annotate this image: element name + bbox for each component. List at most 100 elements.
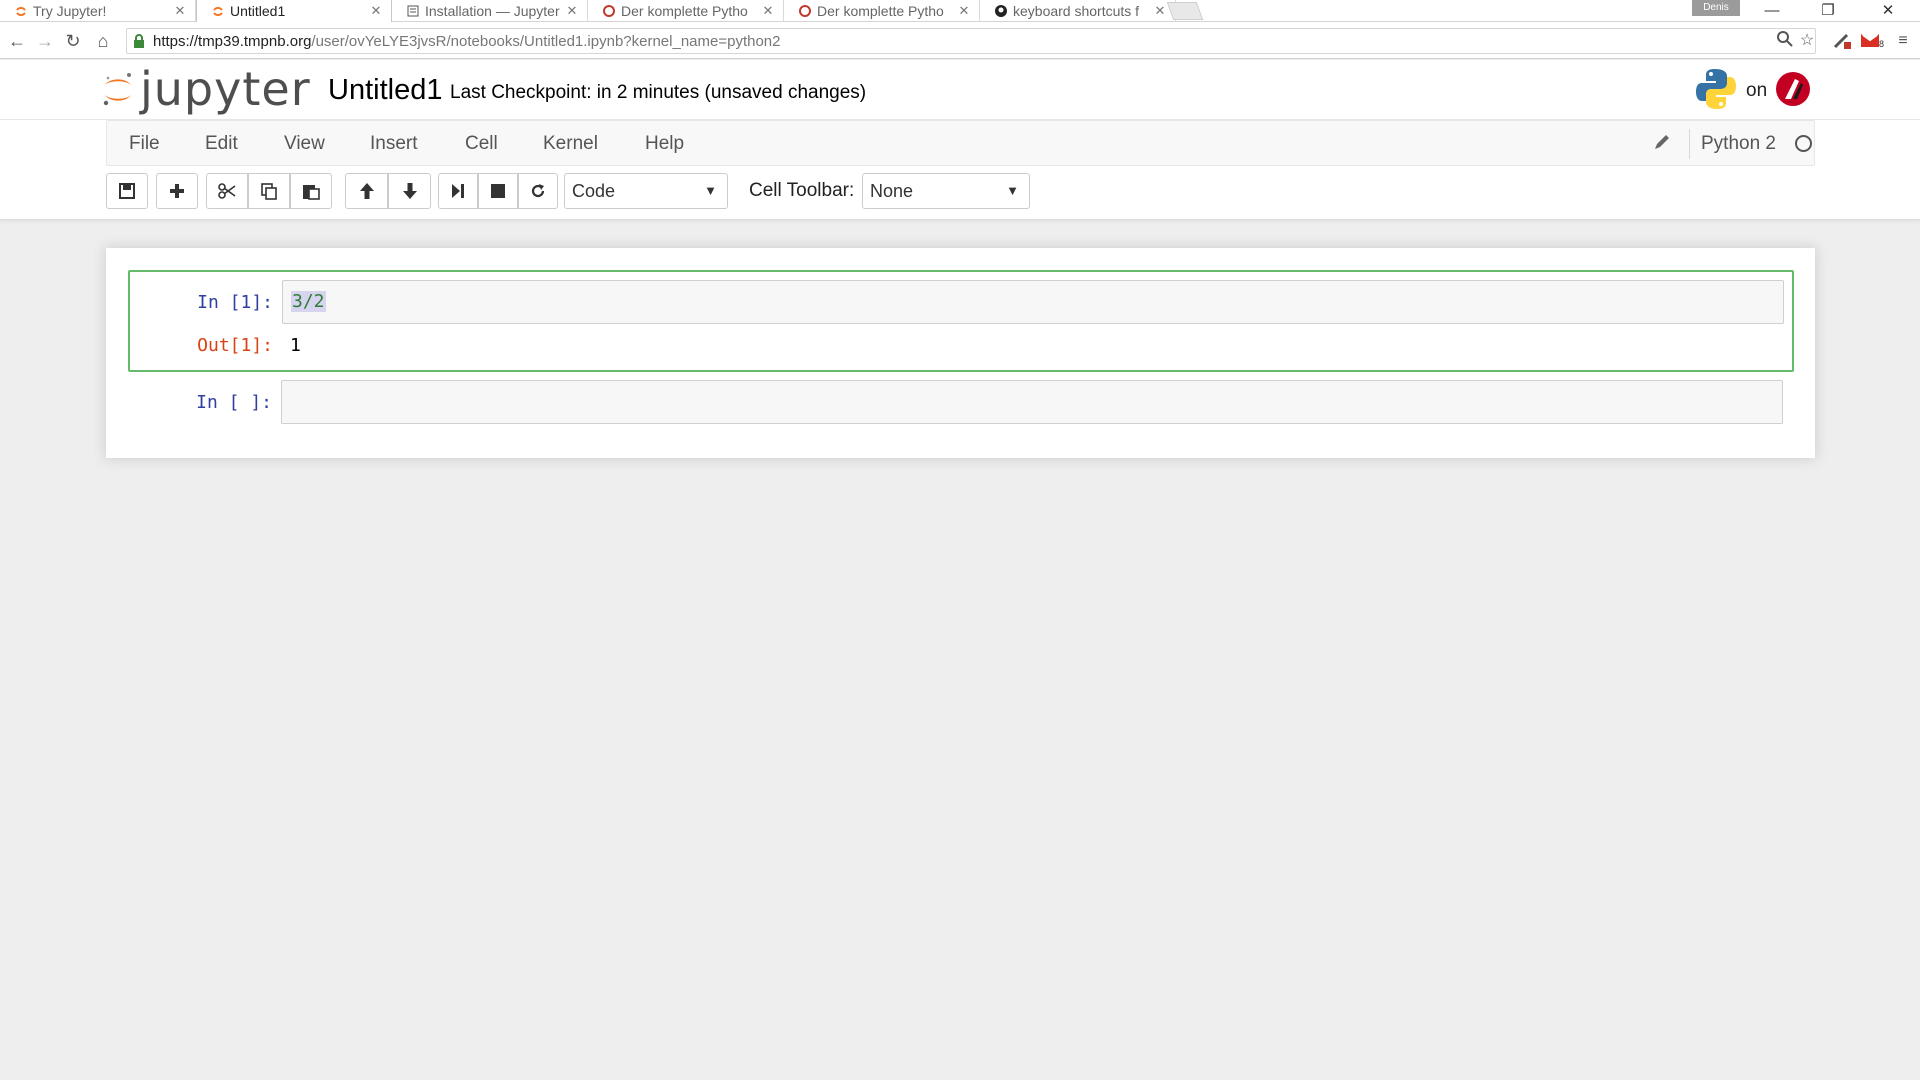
notebook-toolbar-area: File Edit View Insert Cell Kernel Help P… — [0, 120, 1920, 220]
code-cell-1[interactable]: In [1]: 3/2 Out[1]: 1 — [128, 270, 1794, 372]
tab-label: Der komplette Pytho — [817, 3, 944, 19]
menu-help[interactable]: Help — [645, 133, 684, 155]
back-icon[interactable]: ← — [6, 30, 28, 52]
browser-tab-python-course-2[interactable]: Der komplette Pytho ✕ — [784, 0, 980, 22]
cell-type-value: Code — [572, 181, 616, 201]
checkpoint-status: Last Checkpoint: in 2 minutes (unsaved c… — [450, 82, 867, 103]
jupyter-logo-text: jupyter — [140, 62, 311, 116]
tab-label: keyboard shortcuts f — [1013, 3, 1140, 19]
output-text: 1 — [290, 335, 301, 356]
browser-tab-installation[interactable]: Installation — Jupyter ✕ — [392, 0, 588, 22]
minimize-icon[interactable]: — — [1744, 0, 1800, 22]
cut-cell-button[interactable] — [206, 173, 248, 209]
profile-badge[interactable]: Denis — [1692, 0, 1740, 16]
lock-icon — [133, 34, 147, 48]
restart-icon — [530, 183, 546, 199]
pencil-icon[interactable] — [1653, 133, 1671, 156]
menubar: File Edit View Insert Cell Kernel Help P… — [106, 120, 1815, 166]
jupyter-logo[interactable]: jupyter — [102, 62, 311, 116]
plus-icon — [169, 183, 185, 199]
code-editor[interactable]: 3/2 — [282, 280, 1784, 324]
document-favicon-icon — [406, 4, 420, 18]
input-prompt: In [1]: — [197, 292, 273, 313]
save-button[interactable] — [106, 173, 148, 209]
code-editor[interactable] — [281, 380, 1783, 424]
paste-icon — [302, 182, 320, 200]
close-icon[interactable]: ✕ — [759, 3, 777, 19]
chrome-menu-icon[interactable]: ≡ — [1892, 30, 1914, 52]
menu-file[interactable]: File — [129, 133, 160, 155]
home-icon[interactable]: ⌂ — [92, 30, 114, 52]
interrupt-kernel-button[interactable] — [478, 173, 518, 209]
paste-cell-button[interactable] — [290, 173, 332, 209]
output-prompt: Out[1]: — [197, 335, 273, 356]
close-icon[interactable]: ✕ — [171, 3, 189, 19]
copy-icon — [260, 182, 278, 200]
browser-tab-keyboard-shortcuts[interactable]: keyboard shortcuts f ✕ — [980, 0, 1176, 22]
browser-tab-try-jupyter[interactable]: Try Jupyter! ✕ — [0, 0, 196, 22]
menu-kernel[interactable]: Kernel — [543, 133, 598, 155]
tab-label: Try Jupyter! — [33, 3, 107, 19]
cell-toolbar-select[interactable]: None ▼ — [862, 173, 1030, 209]
jupyter-logo-icon — [102, 67, 134, 111]
cell-toolbar-label: Cell Toolbar: — [749, 180, 855, 201]
cell-type-select[interactable]: Code ▼ — [564, 173, 728, 209]
notebook-name[interactable]: Untitled1 — [328, 74, 442, 107]
close-icon[interactable]: ✕ — [367, 3, 385, 19]
menu-insert[interactable]: Insert — [370, 133, 418, 155]
menu-edit[interactable]: Edit — [205, 133, 238, 155]
browser-tab-untitled1[interactable]: Untitled1 ✕ — [196, 0, 392, 22]
extension-icon[interactable] — [1830, 30, 1854, 52]
chevron-down-icon: ▼ — [1006, 183, 1019, 198]
cell-toolbar-value: None — [870, 181, 914, 201]
close-icon[interactable]: ✕ — [955, 3, 973, 19]
forward-icon[interactable]: → — [34, 30, 56, 52]
reload-icon[interactable]: ↻ — [62, 30, 84, 52]
gmail-icon[interactable]: 8 — [1858, 30, 1884, 52]
close-window-icon[interactable]: ✕ — [1860, 0, 1916, 22]
restore-icon[interactable]: ❐ — [1800, 0, 1856, 22]
python-on-rackspace-brand: on — [1694, 68, 1811, 114]
bookmark-star-icon[interactable]: ☆ — [1796, 30, 1818, 52]
restart-kernel-button[interactable] — [518, 173, 558, 209]
move-cell-up-button[interactable] — [345, 173, 388, 209]
browser-tab-python-course-1[interactable]: Der komplette Pytho ✕ — [588, 0, 784, 22]
menu-view[interactable]: View — [284, 133, 325, 155]
scissors-icon — [218, 183, 236, 199]
menu-cell[interactable]: Cell — [465, 133, 498, 155]
jupyter-header: jupyter Untitled1 Last Checkpoint: in 2 … — [0, 60, 1920, 120]
chevron-down-icon: ▼ — [704, 183, 717, 198]
url-input[interactable]: https://tmp39.tmpnb.org/user/ovYeLYE3jvs… — [126, 28, 1816, 54]
udemy-favicon-icon — [602, 4, 616, 18]
tab-label: Der komplette Pytho — [621, 3, 748, 19]
code-text: 3/2 — [291, 291, 326, 312]
gmail-badge: 8 — [1878, 39, 1884, 49]
code-cell-2[interactable]: In [ ]: — [128, 377, 1794, 429]
move-cell-down-button[interactable] — [388, 173, 431, 209]
jupyter-favicon-icon — [211, 4, 225, 18]
udemy-favicon-icon — [798, 4, 812, 18]
zoom-icon[interactable] — [1774, 30, 1796, 52]
notebook-container: In [1]: 3/2 Out[1]: 1 In [ ]: — [106, 248, 1815, 458]
insert-cell-button[interactable] — [156, 173, 198, 209]
input-prompt: In [ ]: — [196, 392, 272, 413]
new-tab-button[interactable] — [1166, 2, 1204, 20]
kernel-idle-indicator-icon — [1795, 135, 1812, 152]
rackspace-logo-icon — [1775, 71, 1811, 112]
run-cell-button[interactable] — [438, 173, 478, 209]
save-icon — [119, 183, 135, 199]
tab-label: Untitled1 — [230, 3, 286, 19]
kernel-name: Python 2 — [1701, 133, 1776, 154]
jupyter-favicon-icon — [14, 4, 28, 18]
brand-on-text: on — [1746, 80, 1768, 101]
copy-cell-button[interactable] — [248, 173, 290, 209]
menubar-divider — [1689, 129, 1690, 159]
browser-address-bar: ← → ↻ ⌂ https://tmp39.tmpnb.org/user/ovY… — [0, 22, 1920, 59]
close-icon[interactable]: ✕ — [563, 3, 581, 19]
close-icon[interactable]: ✕ — [1151, 3, 1169, 19]
stop-icon — [491, 184, 505, 198]
python-logo-icon — [1694, 67, 1738, 116]
github-favicon-icon — [994, 4, 1008, 18]
url-path: /user/ovYeLYE3jvsR/notebooks/Untitled1.i… — [311, 32, 781, 50]
step-forward-icon — [451, 183, 465, 199]
